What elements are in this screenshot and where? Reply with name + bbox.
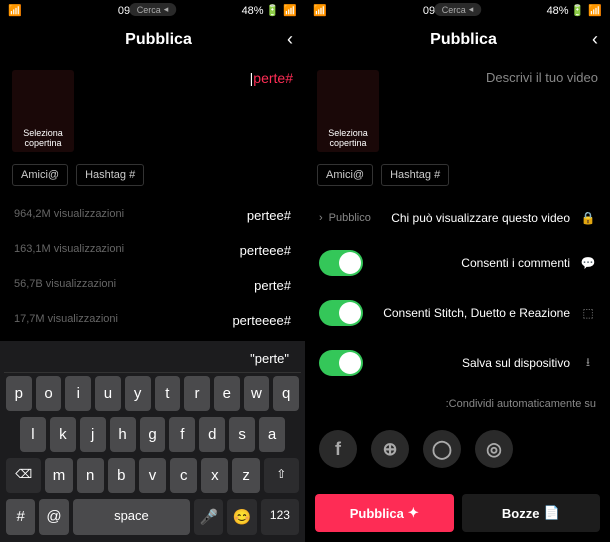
hashtag-chip[interactable]: # Hashtag	[76, 164, 144, 186]
chevron-right-icon[interactable]: ›	[592, 29, 598, 50]
key-q[interactable]: q	[273, 376, 299, 411]
friends-chip[interactable]: @Amici	[317, 164, 373, 186]
keyboard: "perte" q w e r t y u i o p a s d f g h …	[0, 341, 305, 542]
suggestion-item[interactable]: #perte56,7B visualizzazioni	[0, 268, 305, 303]
key-z[interactable]: z	[232, 458, 259, 493]
phone-left: ◂ Cerca 📶🔋48% 09:39 📶 › Pubblica Descriv…	[305, 0, 610, 542]
key-o[interactable]: o	[36, 376, 62, 411]
keyboard-suggestion[interactable]: "perte"	[4, 345, 301, 373]
suggestion-item[interactable]: #pertee964,2M visualizzazioni	[0, 198, 305, 233]
key-y[interactable]: y	[125, 376, 151, 411]
stitch-row: ⬚Consenti Stitch, Duetto e Reazione	[305, 288, 610, 338]
key-h[interactable]: h	[110, 417, 136, 452]
download-icon: ⭳	[580, 355, 596, 371]
suggestion-item[interactable]: #perteeee17,7M visualizzazioni	[0, 303, 305, 338]
key-x[interactable]: x	[201, 458, 228, 493]
chevron-right-icon[interactable]: ›	[287, 29, 293, 50]
key-s[interactable]: s	[229, 417, 255, 452]
key-shift[interactable]: ⇧	[264, 458, 299, 493]
key-c[interactable]: c	[170, 458, 197, 493]
key-f[interactable]: f	[169, 417, 195, 452]
key-l[interactable]: l	[20, 417, 46, 452]
key-m[interactable]: m	[45, 458, 72, 493]
key-n[interactable]: n	[77, 458, 104, 493]
key-d[interactable]: d	[199, 417, 225, 452]
key-k[interactable]: k	[50, 417, 76, 452]
friends-chip[interactable]: @Amici	[12, 164, 68, 186]
draft-button[interactable]: 📄 Bozze	[462, 494, 601, 532]
lock-icon: 🔒	[580, 210, 596, 226]
publish-button[interactable]: ✦ Pubblica	[315, 494, 454, 532]
key-space[interactable]: space	[73, 499, 190, 535]
key-mic[interactable]: 🎤	[194, 499, 223, 535]
key-g[interactable]: g	[140, 417, 166, 452]
key-123[interactable]: 123	[261, 499, 299, 535]
key-at[interactable]: @	[39, 499, 68, 535]
key-j[interactable]: j	[80, 417, 106, 452]
key-u[interactable]: u	[95, 376, 121, 411]
search-pill[interactable]: ◂ Cerca	[129, 3, 177, 16]
key-e[interactable]: e	[214, 376, 240, 411]
description-input[interactable]: Descrivi il tuo video	[389, 70, 598, 152]
search-pill[interactable]: ◂ Cerca	[434, 3, 482, 16]
key-v[interactable]: v	[139, 458, 166, 493]
key-backspace[interactable]: ⌫	[6, 458, 41, 493]
cover-thumbnail[interactable]: Seleziona copertina	[317, 70, 379, 152]
key-t[interactable]: t	[155, 376, 181, 411]
whatsapp-icon[interactable]: ◎	[475, 430, 513, 468]
comments-row: 💬Consenti i commenti	[305, 238, 610, 288]
privacy-row[interactable]: 🔒Chi può visualizzare questo video Pubbl…	[305, 198, 610, 238]
page-title: Pubblica	[335, 31, 592, 49]
hashtag-suggestions: #pertee964,2M visualizzazioni #perteee16…	[0, 198, 305, 338]
chevron-left-icon: ‹	[319, 212, 323, 224]
header: › Pubblica	[305, 21, 610, 58]
header: › Pubblica	[0, 21, 305, 58]
save-toggle[interactable]	[319, 350, 363, 376]
page-title: Pubblica	[30, 31, 287, 49]
key-hash[interactable]: #	[6, 499, 35, 535]
key-r[interactable]: r	[184, 376, 210, 411]
suggestion-item[interactable]: #perteee163,1M visualizzazioni	[0, 233, 305, 268]
stories-icon[interactable]: ⊕	[371, 430, 409, 468]
description-input[interactable]: #perte|	[84, 70, 293, 152]
key-p[interactable]: p	[6, 376, 32, 411]
hashtag-chip[interactable]: # Hashtag	[381, 164, 449, 186]
instagram-icon[interactable]: ◯	[423, 430, 461, 468]
stitch-icon: ⬚	[580, 305, 596, 321]
comments-toggle[interactable]	[319, 250, 363, 276]
phone-right: ◂ Cerca 📶🔋48% 09:39 📶 › Pubblica #perte|…	[0, 0, 305, 542]
key-i[interactable]: i	[65, 376, 91, 411]
share-label: Condividi automaticamente su:	[305, 388, 610, 420]
key-a[interactable]: a	[259, 417, 285, 452]
facebook-icon[interactable]: f	[319, 430, 357, 468]
comment-icon: 💬	[580, 255, 596, 271]
key-w[interactable]: w	[244, 376, 270, 411]
cover-thumbnail[interactable]: Seleziona copertina	[12, 70, 74, 152]
key-emoji[interactable]: 😊	[227, 499, 256, 535]
key-b[interactable]: b	[108, 458, 135, 493]
save-row: ⭳Salva sul dispositivo	[305, 338, 610, 388]
stitch-toggle[interactable]	[319, 300, 363, 326]
